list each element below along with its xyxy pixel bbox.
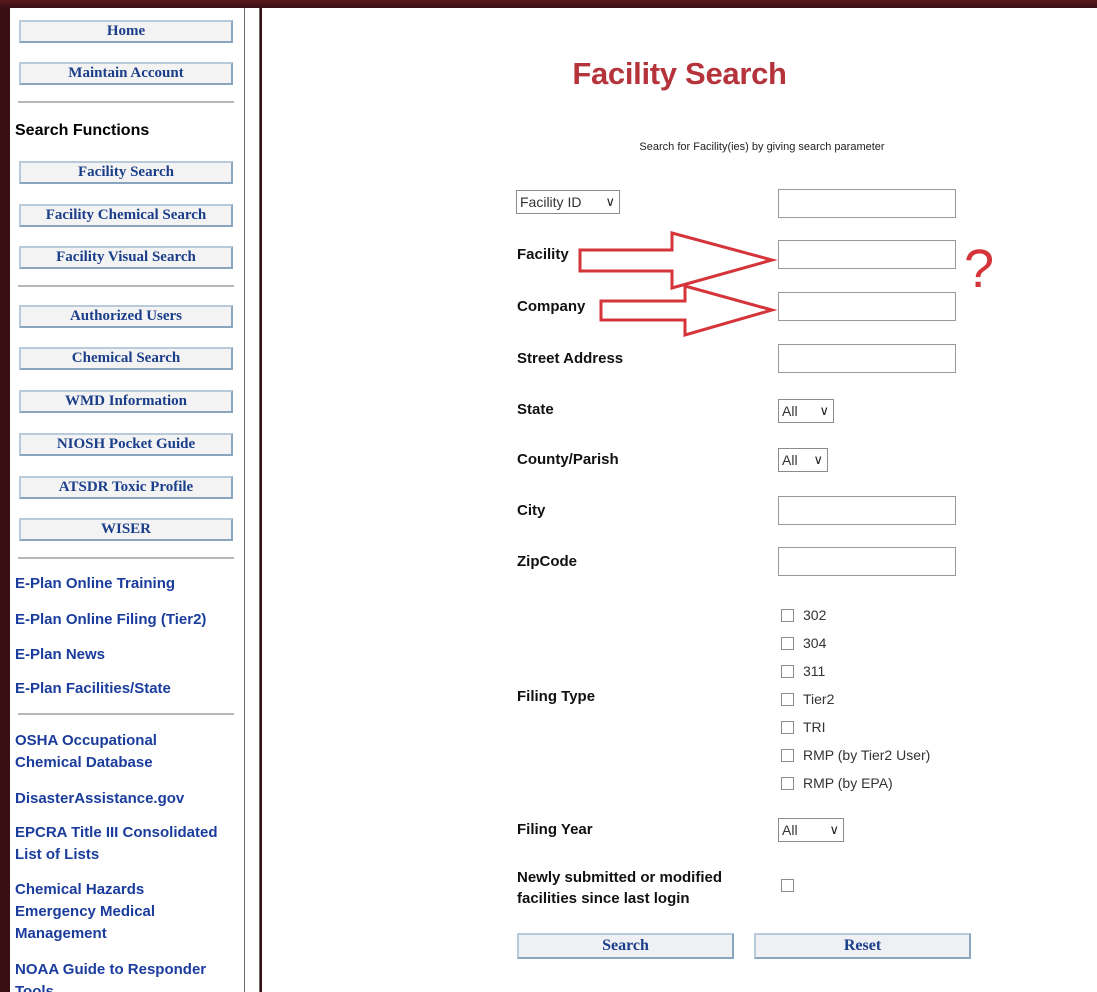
filing-year-label: Filing Year [517,821,593,838]
chevron-down-icon: ∨ [813,452,823,467]
osha-database-link[interactable]: OSHA Occupational Chemical Database [15,730,190,774]
divider [18,713,234,715]
divider [18,285,234,287]
checkbox[interactable] [781,608,794,622]
filing-type-label-heading: Filing Type [517,688,596,705]
chevron-down-icon: ∨ [605,194,615,209]
facility-id-input[interactable] [778,189,956,218]
divider [18,557,234,559]
wiser-button[interactable]: WISER [19,518,233,541]
street-address-label: Street Address [517,350,624,367]
county-select[interactable]: All ∨ [778,448,828,472]
filing-type-311[interactable]: 311 [781,660,825,682]
arrow-icon [599,284,778,337]
atsdr-toxic-profile-button[interactable]: ATSDR Toxic Profile [19,476,233,499]
disaster-assistance-link[interactable]: DisasterAssistance.gov [15,788,239,810]
checkbox[interactable] [781,636,794,650]
reset-button[interactable]: Reset [754,933,971,959]
zipcode-input[interactable] [778,547,956,576]
main-content: Facility Search Search for Facility(ies)… [262,8,1097,992]
checkbox[interactable] [781,776,794,790]
maintain-account-button[interactable]: Maintain Account [19,62,233,85]
filing-type-304[interactable]: 304 [781,632,826,654]
county-value: All [782,452,798,468]
company-label: Company [517,298,586,315]
niosh-pocket-guide-button[interactable]: NIOSH Pocket Guide [19,433,233,456]
chemical-search-button[interactable]: Chemical Search [19,347,233,370]
filing-type-label: TRI [803,719,826,735]
eplan-news-link[interactable]: E-Plan News [15,644,239,666]
newly-modified-label: Newly submitted or modified facilities s… [517,869,723,907]
filing-type-302[interactable]: 302 [781,604,826,626]
question-mark-annotation: ? [964,239,995,299]
street-address-input[interactable] [778,344,956,373]
facility-input[interactable] [778,240,956,269]
checkbox[interactable] [781,720,794,734]
filing-type-label: 302 [803,607,827,623]
checkbox[interactable] [781,692,794,706]
frame-divider [244,8,260,992]
window-frame [0,0,1097,8]
chemm-link[interactable]: Chemical Hazards Emergency Medical Manag… [15,879,190,945]
facility-label: Facility [517,246,569,263]
state-value: All [782,403,798,419]
county-label: County/Parish [517,451,619,468]
facility-visual-search-button[interactable]: Facility Visual Search [19,246,233,269]
id-type-value: Facility ID [520,194,582,210]
eplan-online-training-link[interactable]: E-Plan Online Training [15,573,239,595]
zipcode-label: ZipCode [517,553,577,570]
divider [18,101,234,103]
page-title: Facility Search [572,56,787,91]
epcra-list-link[interactable]: EPCRA Title III Consolidated List of Lis… [15,822,239,866]
page-subtitle: Search for Facility(ies) by giving searc… [639,141,885,153]
filing-year-value: All [782,822,798,838]
facility-search-button[interactable]: Facility Search [19,161,233,184]
id-type-select[interactable]: Facility ID ∨ [516,190,620,214]
filing-type-label: Tier2 [803,691,835,707]
state-select[interactable]: All ∨ [778,399,834,423]
checkbox[interactable] [781,748,794,762]
eplan-facilities-state-link[interactable]: E-Plan Facilities/State [15,678,239,700]
filing-type-label: 304 [803,635,827,651]
wmd-information-button[interactable]: WMD Information [19,390,233,413]
company-input[interactable] [778,292,956,321]
filing-type-rmp-epa[interactable]: RMP (by EPA) [781,772,893,794]
checkbox[interactable] [781,664,794,678]
annotation-overlay [578,231,778,337]
filing-type-label: 311 [803,663,826,679]
filing-type-label: RMP (by Tier2 User) [803,747,931,763]
filing-type-tier2[interactable]: Tier2 [781,688,834,710]
facility-chemical-search-button[interactable]: Facility Chemical Search [19,204,233,227]
authorized-users-button[interactable]: Authorized Users [19,305,233,328]
city-input[interactable] [778,496,956,525]
city-label: City [517,502,546,519]
filing-type-label: RMP (by EPA) [803,775,893,791]
filing-type-rmp-tier2[interactable]: RMP (by Tier2 User) [781,744,930,766]
filing-type-tri[interactable]: TRI [781,716,826,738]
chevron-down-icon: ∨ [819,403,829,418]
arrow-icon [578,231,778,290]
eplan-online-filing-link[interactable]: E-Plan Online Filing (Tier2) [15,609,239,631]
chevron-down-icon: ∨ [829,822,839,837]
state-label: State [517,401,554,418]
home-button[interactable]: Home [19,20,233,43]
sidebar: Home Maintain Account Search Functions F… [10,8,245,992]
filing-year-select[interactable]: All ∨ [778,818,844,842]
search-functions-heading: Search Functions [15,122,150,139]
newly-modified-checkbox[interactable] [781,879,794,892]
noaa-guide-link[interactable]: NOAA Guide to Responder Tools [15,959,244,992]
search-button[interactable]: Search [517,933,734,959]
